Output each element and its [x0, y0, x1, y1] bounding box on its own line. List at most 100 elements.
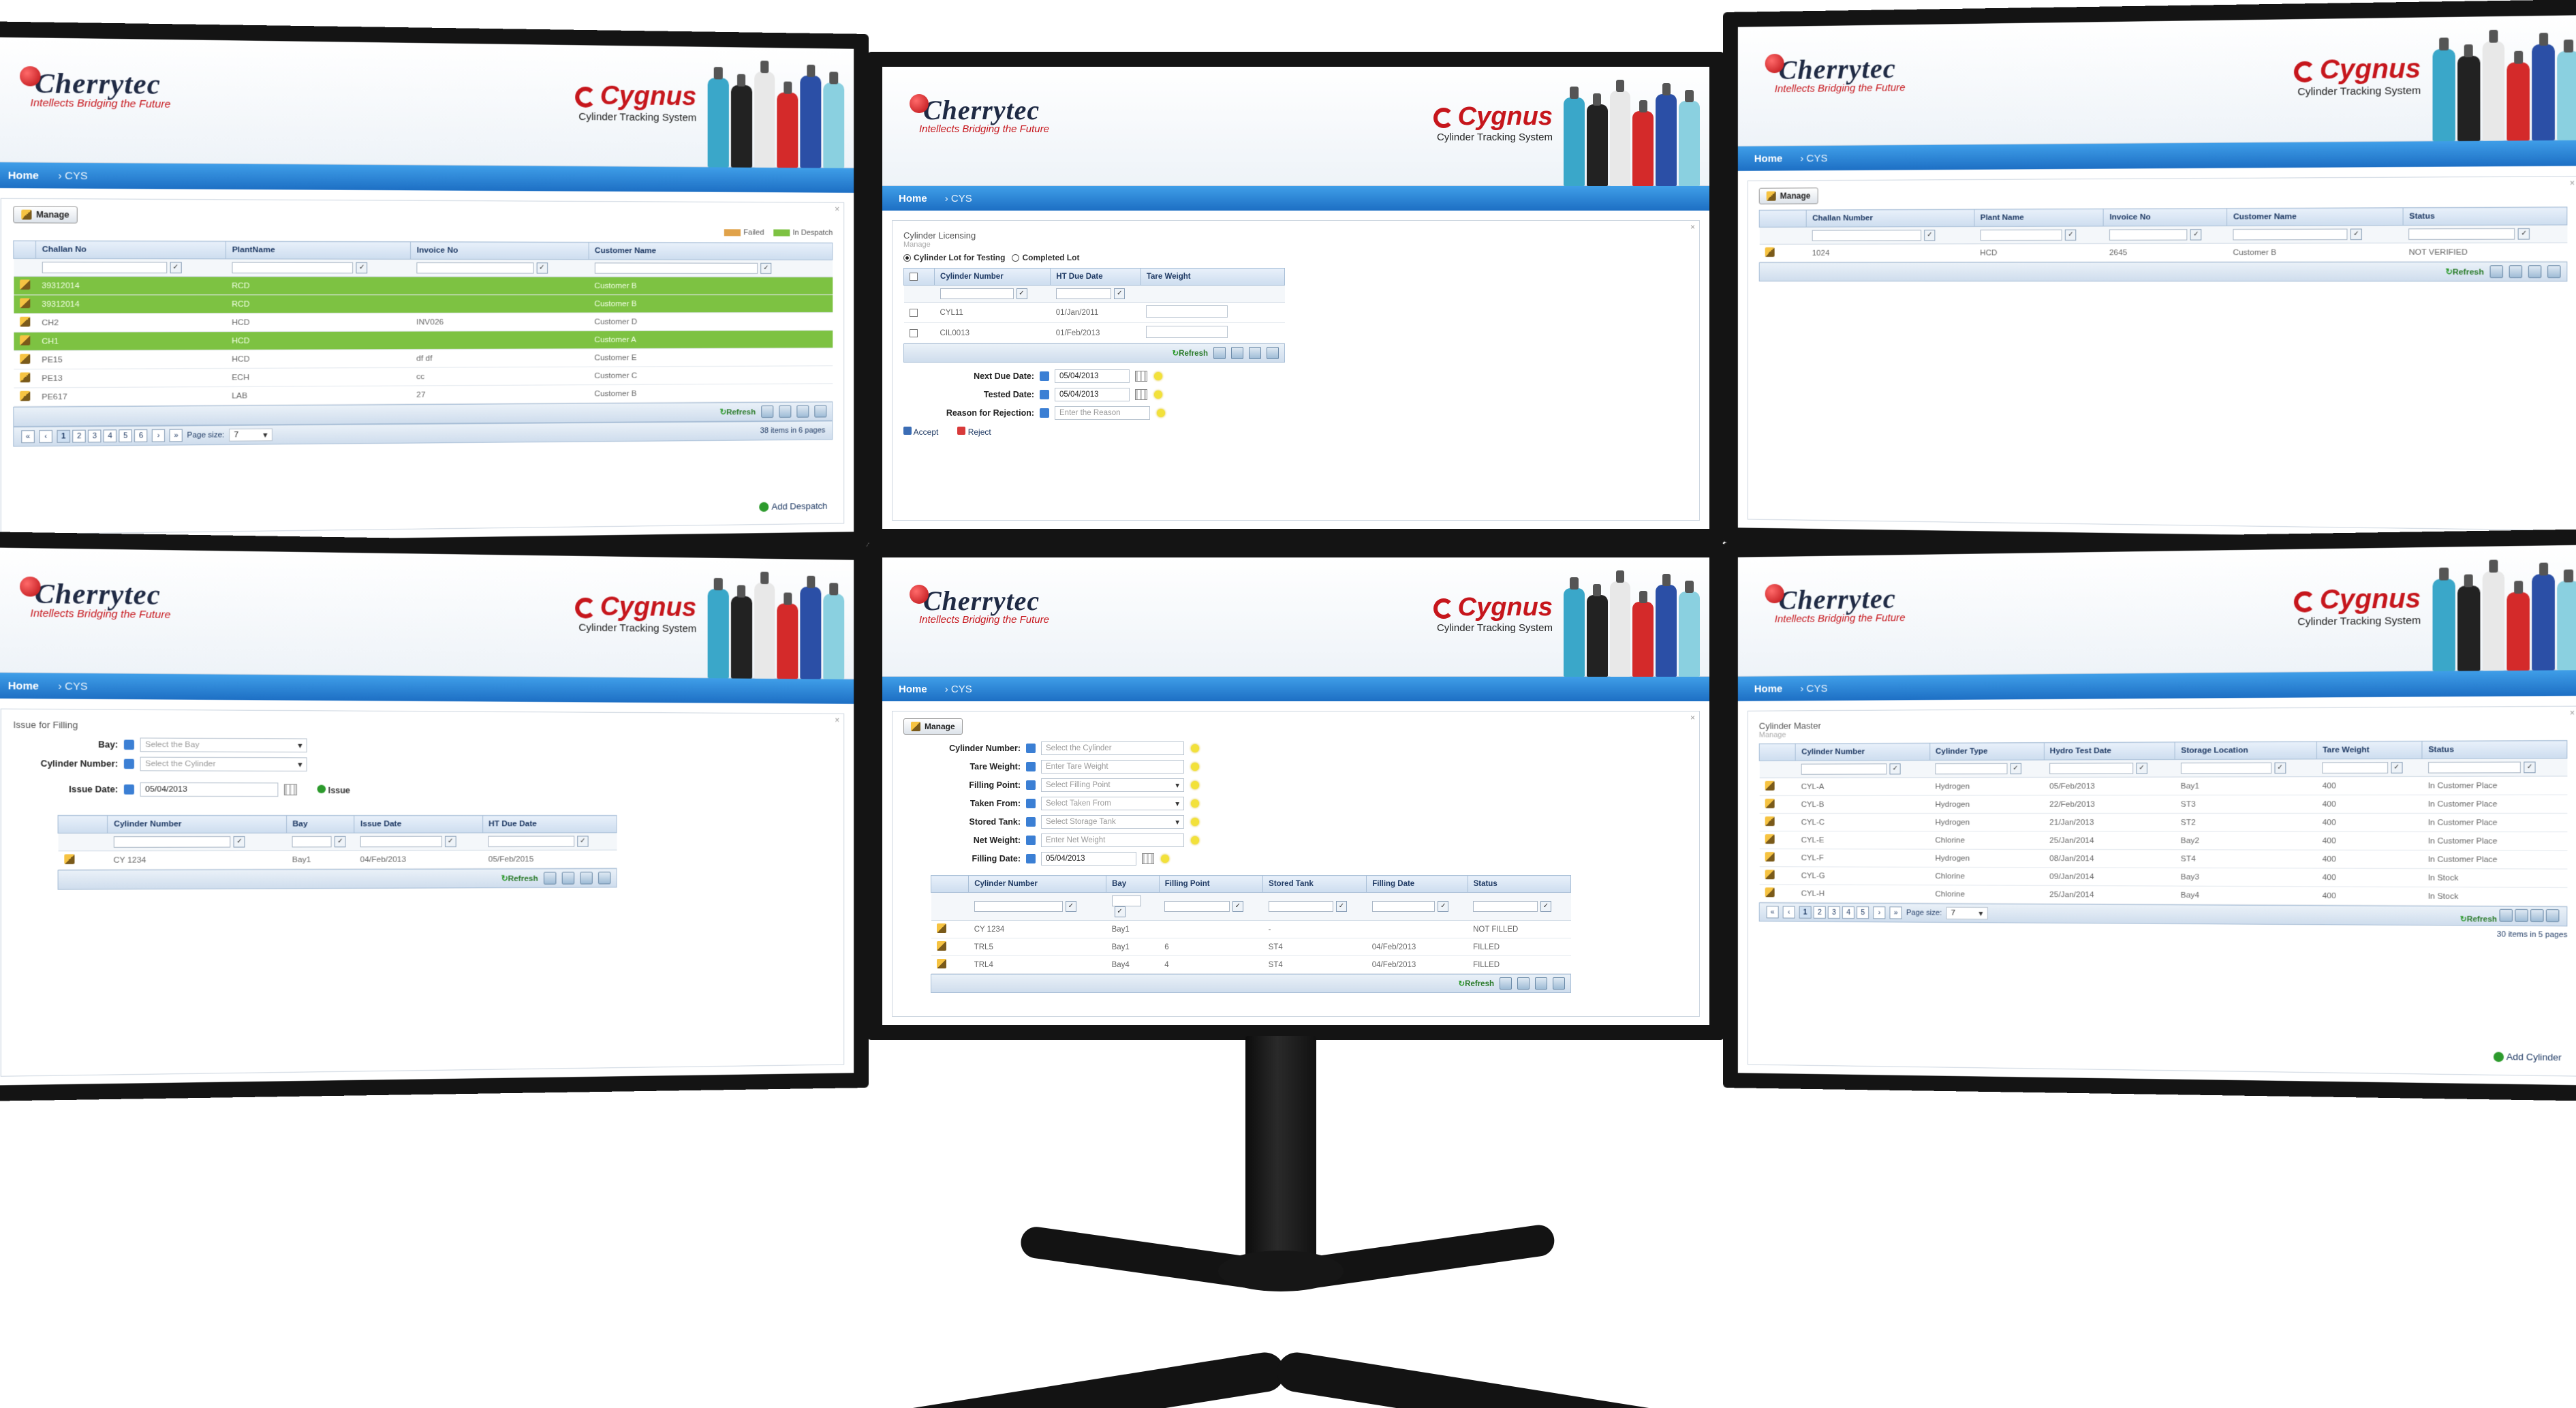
filter-input[interactable] — [1268, 901, 1333, 912]
column-header[interactable]: Status — [2422, 740, 2567, 759]
edit-row-icon[interactable] — [1765, 798, 1775, 808]
filter-input[interactable] — [360, 836, 442, 848]
filter-input[interactable] — [940, 288, 1014, 300]
page-number-button[interactable]: 5 — [119, 429, 132, 443]
filter-input[interactable] — [1935, 763, 2008, 775]
nav-home[interactable]: Home — [899, 684, 927, 695]
row-checkbox[interactable] — [909, 328, 918, 337]
add-despatch-link[interactable]: Add Despatch — [759, 501, 827, 512]
nav-cys[interactable]: › CYS — [1800, 152, 1827, 164]
filter-icon[interactable]: ✓ — [2190, 229, 2202, 241]
table-row[interactable]: CYL11 01/Jan/2011 — [903, 302, 1285, 324]
edit-row-icon[interactable] — [1765, 816, 1775, 827]
column-header[interactable]: Bay — [1106, 875, 1160, 893]
help-icon[interactable] — [1026, 854, 1036, 863]
refresh-button[interactable]: Refresh — [2445, 266, 2484, 277]
filter-input[interactable] — [416, 262, 534, 274]
filter-input[interactable] — [113, 836, 231, 848]
close-icon[interactable]: × — [2570, 708, 2575, 718]
table-row[interactable]: 39312014 RCD Customer B — [13, 276, 833, 295]
field-input[interactable]: 05/04/2013 — [1041, 852, 1136, 866]
help-icon[interactable] — [1026, 817, 1036, 827]
reject-button[interactable]: Reject — [957, 427, 991, 437]
table-row[interactable]: CY 1234 Bay1 - NOT FILLED — [931, 920, 1571, 938]
refresh-button[interactable]: Refresh — [719, 407, 756, 416]
tare-weight-input[interactable] — [1146, 305, 1228, 318]
edit-row-icon[interactable] — [63, 854, 74, 865]
field-select[interactable]: Select Storage Tank — [1041, 815, 1184, 829]
issue-date-input[interactable]: 05/04/2013 — [140, 782, 279, 797]
table-row[interactable]: TRL4 Bay4 4 ST4 04/Feb/2013 FILLED — [931, 955, 1571, 974]
help-icon[interactable] — [1040, 408, 1049, 418]
edit-row-icon[interactable] — [1765, 887, 1775, 898]
export-pdf-icon[interactable] — [2530, 908, 2544, 922]
help-icon[interactable] — [1026, 799, 1036, 808]
page-number-button[interactable]: 4 — [103, 429, 117, 443]
help-icon[interactable] — [123, 759, 134, 769]
reason-input[interactable]: Enter the Reason — [1055, 406, 1150, 420]
column-header[interactable]: Status — [2403, 206, 2567, 226]
help-icon[interactable] — [1026, 762, 1036, 771]
calendar-icon[interactable] — [1135, 371, 1147, 382]
export-excel-icon[interactable] — [543, 872, 557, 885]
calendar-icon[interactable] — [283, 784, 297, 796]
manage-button[interactable]: Manage — [903, 718, 963, 735]
column-header[interactable]: PlantName — [226, 241, 411, 260]
refresh-button[interactable]: Refresh — [501, 874, 538, 883]
export-word-icon[interactable] — [561, 872, 575, 885]
nav-cys[interactable]: › CYS — [58, 170, 87, 182]
prev-page-icon[interactable]: ‹ — [1782, 906, 1795, 919]
export-csv-icon[interactable] — [598, 872, 611, 885]
table-row[interactable]: CIL0013 01/Feb/2013 — [903, 322, 1285, 344]
accept-button[interactable]: Accept — [903, 427, 938, 437]
export-pdf-icon[interactable] — [1535, 977, 1547, 990]
close-icon[interactable]: × — [835, 204, 839, 214]
column-header[interactable]: Filling Date — [1366, 875, 1468, 893]
export-word-icon[interactable] — [1231, 347, 1243, 360]
edit-row-icon[interactable] — [19, 391, 30, 401]
filter-input[interactable] — [2180, 762, 2272, 774]
export-excel-icon[interactable] — [1500, 977, 1512, 990]
edit-row-icon[interactable] — [1765, 834, 1775, 844]
calendar-icon[interactable] — [1135, 389, 1147, 401]
filter-input[interactable] — [594, 262, 758, 274]
row-checkbox[interactable] — [909, 308, 918, 317]
select-all-checkbox[interactable] — [910, 273, 918, 281]
filter-input[interactable] — [1111, 896, 1141, 906]
column-header[interactable]: Status — [1467, 875, 1572, 893]
filter-icon[interactable]: ✓ — [1232, 901, 1243, 912]
nav-home[interactable]: Home — [1754, 153, 1783, 164]
column-header[interactable]: Storage Location — [2175, 741, 2317, 760]
cylinder-select[interactable]: Select the Cylinder — [140, 756, 307, 771]
page-number-button[interactable]: 3 — [1827, 906, 1840, 919]
close-icon[interactable]: × — [1690, 713, 1695, 722]
edit-row-icon[interactable] — [1765, 247, 1775, 257]
next-due-input[interactable]: 05/04/2013 — [1055, 369, 1130, 384]
filter-icon[interactable]: ✓ — [577, 836, 589, 847]
edit-row-icon[interactable] — [1765, 870, 1775, 880]
export-csv-icon[interactable] — [1267, 347, 1279, 360]
nav-cys[interactable]: › CYS — [58, 680, 87, 692]
filter-icon[interactable]: ✓ — [444, 836, 456, 848]
filter-icon[interactable]: ✓ — [1924, 230, 1936, 241]
export-pdf-icon[interactable] — [580, 872, 593, 885]
field-input[interactable]: Enter Net Weight — [1041, 833, 1184, 847]
nav-home[interactable]: Home — [8, 679, 39, 692]
export-csv-icon[interactable] — [2547, 265, 2561, 279]
filter-icon[interactable]: ✓ — [2518, 228, 2530, 240]
add-cylinder-link[interactable]: Add Cylinder — [2493, 1051, 2562, 1062]
tested-date-input[interactable]: 05/04/2013 — [1055, 388, 1130, 402]
column-header[interactable]: Cylinder Number — [934, 267, 1051, 286]
edit-row-icon[interactable] — [936, 941, 946, 951]
filter-icon[interactable]: ✓ — [536, 262, 548, 274]
nav-home[interactable]: Home — [1754, 683, 1783, 694]
help-icon[interactable] — [1040, 371, 1049, 382]
nav-cys[interactable]: › CYS — [945, 193, 972, 204]
column-header[interactable]: Hydro Test Date — [2043, 741, 2175, 761]
filter-input[interactable] — [292, 836, 332, 848]
filter-icon[interactable]: ✓ — [2524, 761, 2536, 774]
filter-icon[interactable]: ✓ — [356, 262, 368, 274]
field-select[interactable]: Select Filling Point — [1041, 778, 1184, 792]
filter-icon[interactable]: ✓ — [2350, 228, 2362, 241]
edit-row-icon[interactable] — [19, 298, 30, 309]
